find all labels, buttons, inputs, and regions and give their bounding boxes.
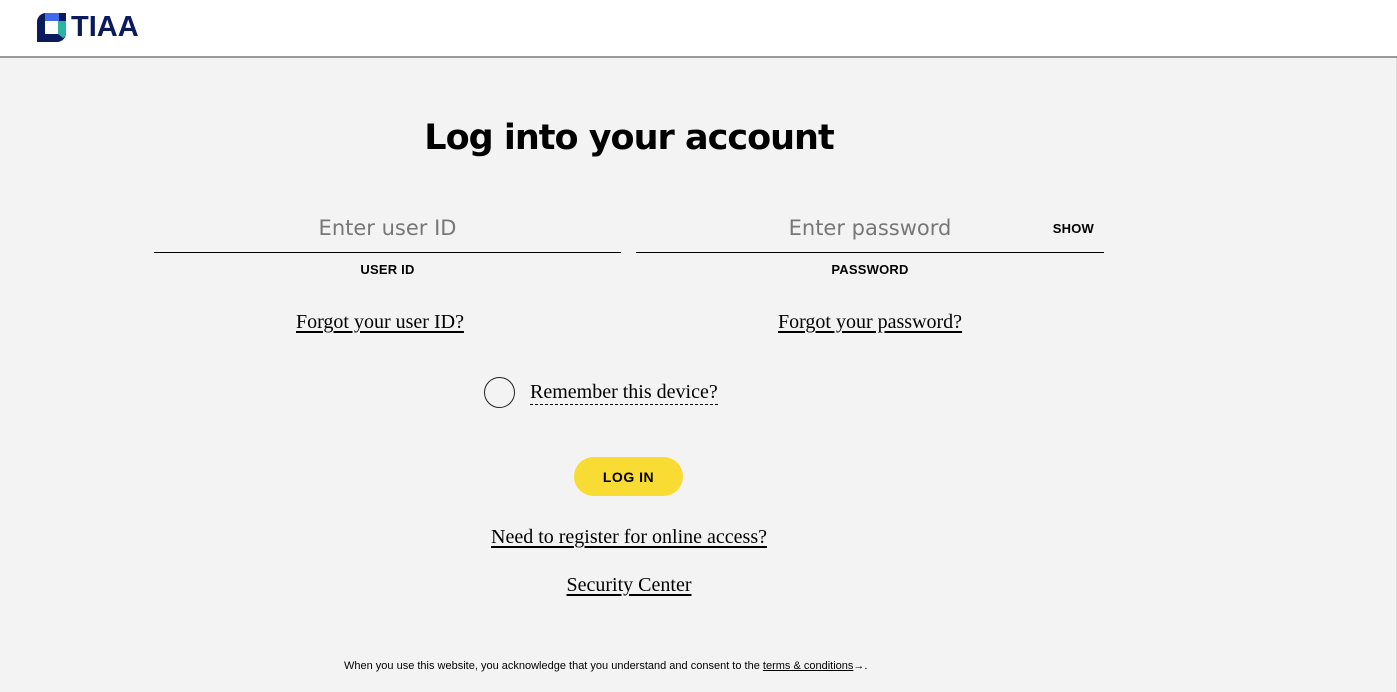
password-input[interactable] xyxy=(636,205,1104,251)
security-center-link[interactable]: Security Center xyxy=(567,574,692,596)
footer-notice: When you use this website, you acknowled… xyxy=(344,660,867,672)
password-label: PASSWORD xyxy=(831,262,909,277)
footer-text: When you use this website, you acknowled… xyxy=(344,660,763,672)
register-link[interactable]: Need to register for online access? xyxy=(491,526,767,548)
remember-device-label[interactable]: Remember this device? xyxy=(530,380,718,405)
forgot-user-id-link[interactable]: Forgot your user ID? xyxy=(296,311,464,334)
remember-device: Remember this device? xyxy=(484,377,718,408)
footer-suffix: . xyxy=(864,660,868,672)
page-title: Log into your account xyxy=(424,118,834,158)
user-id-field xyxy=(154,205,621,253)
remember-device-radio[interactable] xyxy=(484,377,515,408)
show-password-button[interactable]: SHOW xyxy=(1053,221,1094,236)
brand-name: TIAA xyxy=(71,11,139,43)
register-link-row: Need to register for online access? xyxy=(0,526,1258,549)
terms-conditions-link[interactable]: terms & conditions xyxy=(763,660,853,672)
header: TIAA xyxy=(0,0,1397,58)
tiaa-logo-icon xyxy=(37,12,66,42)
forgot-password-link[interactable]: Forgot your password? xyxy=(778,311,962,334)
user-id-label: USER ID xyxy=(360,262,415,277)
user-id-input[interactable] xyxy=(154,205,621,251)
security-center-row: Security Center xyxy=(0,574,1258,597)
tiaa-logo[interactable]: TIAA xyxy=(37,12,139,42)
external-link-icon[interactable]: → xyxy=(853,660,864,672)
password-field: SHOW xyxy=(636,205,1104,253)
log-in-button[interactable]: LOG IN xyxy=(574,457,683,496)
